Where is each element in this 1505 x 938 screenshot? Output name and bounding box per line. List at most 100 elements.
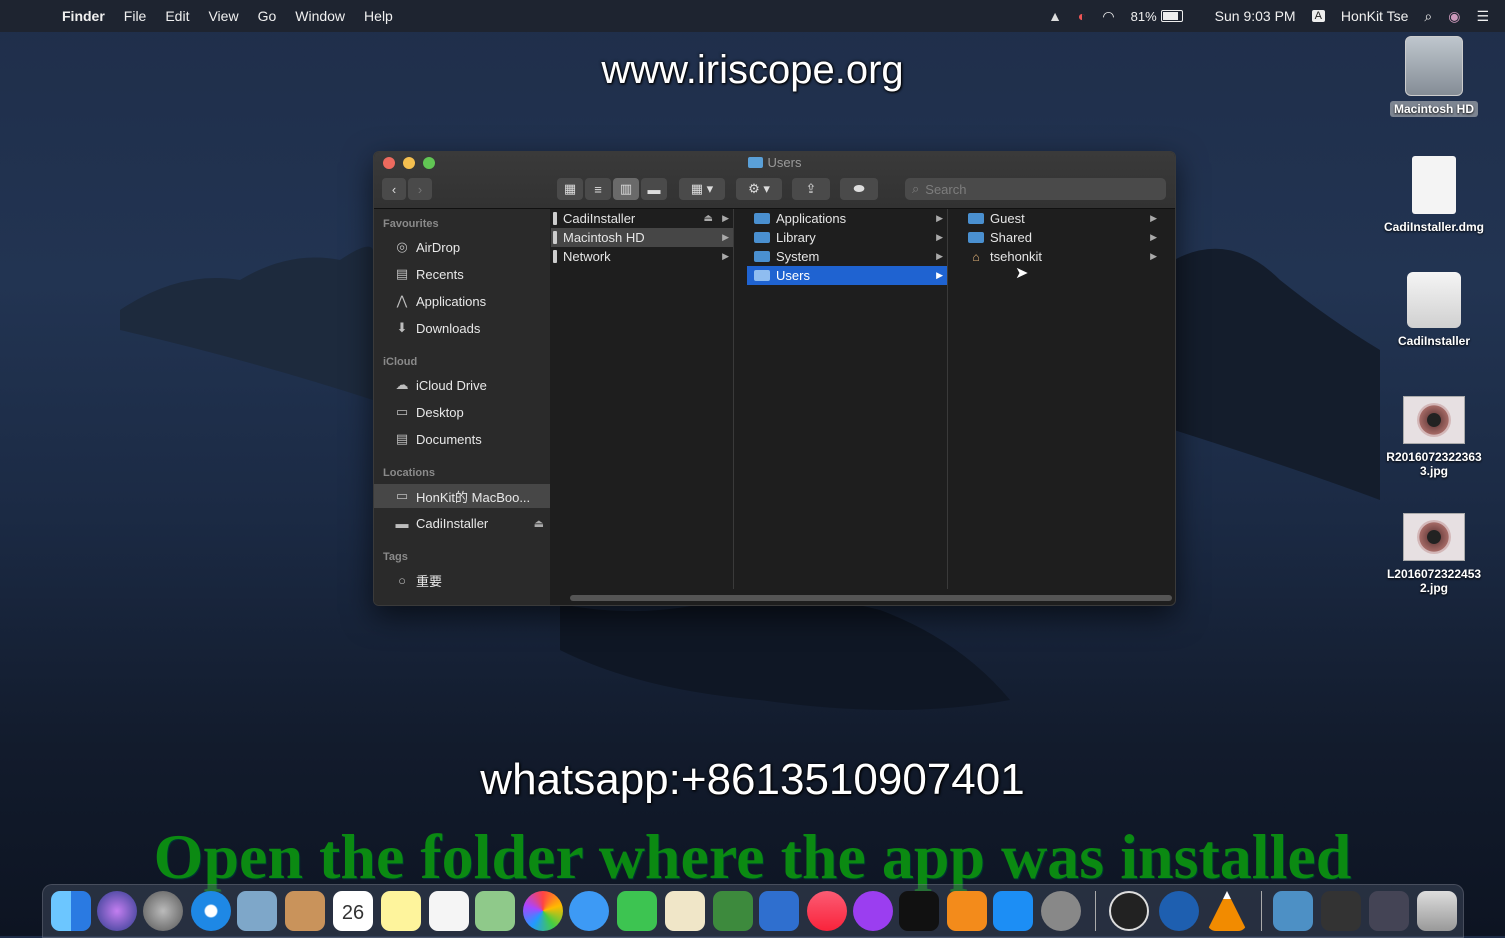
pages-dock-icon[interactable] bbox=[665, 891, 705, 931]
maps-dock-icon[interactable] bbox=[475, 891, 515, 931]
list-item[interactable]: Guest ▶ bbox=[961, 209, 1161, 228]
icon-view-button[interactable]: ▦ bbox=[557, 178, 583, 200]
downloads-stack-dock-icon[interactable] bbox=[1273, 891, 1313, 931]
menu-edit[interactable]: Edit bbox=[165, 8, 189, 24]
notes-dock-icon[interactable] bbox=[381, 891, 421, 931]
launchpad-dock-icon[interactable] bbox=[143, 891, 183, 931]
disclosure-arrow-icon: ▶ bbox=[936, 232, 943, 242]
contacts-dock-icon[interactable] bbox=[285, 891, 325, 931]
tag-circle-icon: ○ bbox=[398, 572, 406, 588]
list-item[interactable]: ⌂ tsehonkit ▶ bbox=[961, 247, 1161, 266]
facetime-dock-icon[interactable] bbox=[617, 891, 657, 931]
eject-icon[interactable]: ⏏ bbox=[704, 213, 713, 224]
safari-dock-icon[interactable] bbox=[191, 891, 231, 931]
input-source-icon[interactable]: A bbox=[1311, 10, 1325, 22]
sidebar-item-documents[interactable]: ▤ Documents bbox=[374, 427, 550, 451]
desktop-icon-label-line1: R2016072322363 bbox=[1386, 450, 1482, 464]
disclosure-arrow-icon: ▶ bbox=[1150, 251, 1157, 261]
desktop-icon-label-line2: 3.jpg bbox=[1419, 464, 1448, 478]
desktop-icon-image-l[interactable]: L2016072322453 2.jpg bbox=[1374, 513, 1494, 595]
photos-dock-icon[interactable] bbox=[523, 891, 563, 931]
search-field[interactable]: ⌕ Search bbox=[905, 178, 1166, 200]
horizontal-scrollbar[interactable] bbox=[570, 595, 1172, 601]
applications-icon: ⋀ bbox=[396, 293, 408, 308]
app-store-dock-icon[interactable] bbox=[993, 891, 1033, 931]
messages-dock-icon[interactable] bbox=[569, 891, 609, 931]
trash-dock-icon[interactable] bbox=[1417, 891, 1457, 931]
sidebar-item-tag[interactable]: ○ 重要 bbox=[374, 568, 550, 592]
list-item[interactable]: Macintosh HD ▶ bbox=[551, 228, 733, 247]
list-item[interactable]: Shared ▶ bbox=[961, 228, 1161, 247]
spotlight-icon[interactable]: ⌕ bbox=[1424, 8, 1432, 25]
desktop-icon-dmg[interactable]: CadiInstaller.dmg bbox=[1374, 156, 1494, 234]
recents-icon: ▤ bbox=[395, 266, 409, 281]
wifi-icon[interactable]: ◠ bbox=[1102, 8, 1114, 25]
back-button[interactable]: ‹ bbox=[382, 178, 406, 200]
clock[interactable]: Sun 9:03 PM bbox=[1215, 8, 1296, 24]
sidebar-item-desktop[interactable]: ▭ Desktop bbox=[374, 400, 550, 424]
caption-overlay: Open the folder where the app was instal… bbox=[153, 821, 1352, 892]
sidebar-item-label: 重要 bbox=[416, 573, 443, 589]
sidebar-item-macbook[interactable]: ▭ HonKit的 MacBoo... bbox=[374, 484, 550, 508]
list-item[interactable]: CadiInstaller ⏏ ▶ bbox=[551, 209, 733, 228]
column-view-button[interactable]: ▥ bbox=[613, 178, 639, 200]
mail-dock-icon[interactable] bbox=[237, 891, 277, 931]
vlc-dock-icon[interactable] bbox=[1207, 891, 1247, 931]
sidebar-item-applications[interactable]: ⋀ Applications bbox=[374, 289, 550, 313]
finder-window: Users ‹ › ▦ ≡ ▥ ▬ ▦ ▾ ⚙ ▾ ⇪ ⬬ ⌕ Search F… bbox=[373, 151, 1176, 606]
menu-app-name[interactable]: Finder bbox=[62, 8, 105, 24]
podcasts-dock-icon[interactable] bbox=[853, 891, 893, 931]
forward-button[interactable]: › bbox=[408, 178, 432, 200]
calendar-dock-icon[interactable]: 26 bbox=[333, 891, 373, 931]
list-item[interactable]: System ▶ bbox=[747, 247, 947, 266]
tags-button[interactable]: ⬬ bbox=[840, 178, 878, 200]
menu-help[interactable]: Help bbox=[364, 8, 393, 24]
sidebar-item-icloud-drive[interactable]: ☁ iCloud Drive bbox=[374, 373, 550, 397]
recent-window-dock-icon[interactable] bbox=[1321, 891, 1361, 931]
battery-percent[interactable]: 81% bbox=[1131, 9, 1157, 24]
list-item[interactable]: Network ▶ bbox=[551, 247, 733, 266]
list-view-button[interactable]: ≡ bbox=[585, 178, 611, 200]
obs-dock-icon[interactable] bbox=[1109, 891, 1149, 931]
sidebar-item-label: Documents bbox=[416, 431, 482, 447]
music-dock-icon[interactable] bbox=[807, 891, 847, 931]
list-item[interactable]: Users ▶ bbox=[747, 266, 947, 285]
sidebar-header-icloud: iCloud bbox=[383, 356, 418, 368]
recent-window-dock-icon[interactable] bbox=[1369, 891, 1409, 931]
airdrop-icon: ◎ bbox=[396, 239, 408, 254]
menu-go[interactable]: Go bbox=[258, 8, 277, 24]
desktop-icon-image-r[interactable]: R2016072322363 3.jpg bbox=[1374, 396, 1494, 478]
numbers-dock-icon[interactable] bbox=[713, 891, 753, 931]
quicktime-dock-icon[interactable] bbox=[1159, 891, 1199, 931]
share-button[interactable]: ⇪ bbox=[792, 178, 830, 200]
list-item[interactable]: Applications ▶ bbox=[747, 209, 947, 228]
action-gear-button[interactable]: ⚙ ▾ bbox=[736, 178, 782, 200]
reminders-dock-icon[interactable] bbox=[429, 891, 469, 931]
battery-icon[interactable] bbox=[1160, 8, 1199, 24]
books-dock-icon[interactable] bbox=[947, 891, 987, 931]
system-preferences-dock-icon[interactable] bbox=[1041, 891, 1081, 931]
sidebar-item-recents[interactable]: ▤ Recents bbox=[374, 262, 550, 286]
list-item[interactable]: Library ▶ bbox=[747, 228, 947, 247]
siri-icon[interactable]: ◉ bbox=[1448, 8, 1460, 25]
notification-center-icon[interactable]: ☰ bbox=[1476, 8, 1489, 25]
tv-dock-icon[interactable] bbox=[899, 891, 939, 931]
group-button[interactable]: ▦ ▾ bbox=[679, 178, 725, 200]
desktop-icon-macintosh-hd[interactable]: Macintosh HD bbox=[1374, 36, 1494, 117]
gallery-view-button[interactable]: ▬ bbox=[641, 178, 667, 200]
finder-dock-icon[interactable] bbox=[51, 891, 91, 931]
sidebar-item-downloads[interactable]: ⬇ Downloads bbox=[374, 316, 550, 340]
item-label: Guest bbox=[990, 211, 1025, 226]
menu-file[interactable]: File bbox=[124, 8, 147, 24]
menu-window[interactable]: Window bbox=[295, 8, 345, 24]
keynote-dock-icon[interactable] bbox=[759, 891, 799, 931]
sidebar-item-cadiinstaller[interactable]: ▬ CadiInstaller ⏏ bbox=[374, 511, 550, 535]
vlc-status-icon[interactable]: ▲ bbox=[1048, 8, 1062, 24]
siri-dock-icon[interactable] bbox=[97, 891, 137, 931]
user-name[interactable]: HonKit Tse bbox=[1341, 8, 1408, 24]
sidebar-item-airdrop[interactable]: ◎ AirDrop bbox=[374, 235, 550, 259]
eject-icon[interactable]: ⏏ bbox=[534, 517, 544, 530]
desktop-icon-cadiinstaller[interactable]: CadiInstaller bbox=[1374, 272, 1494, 348]
screen-record-icon[interactable]: ◐ bbox=[1078, 8, 1086, 24]
menu-view[interactable]: View bbox=[208, 8, 238, 24]
